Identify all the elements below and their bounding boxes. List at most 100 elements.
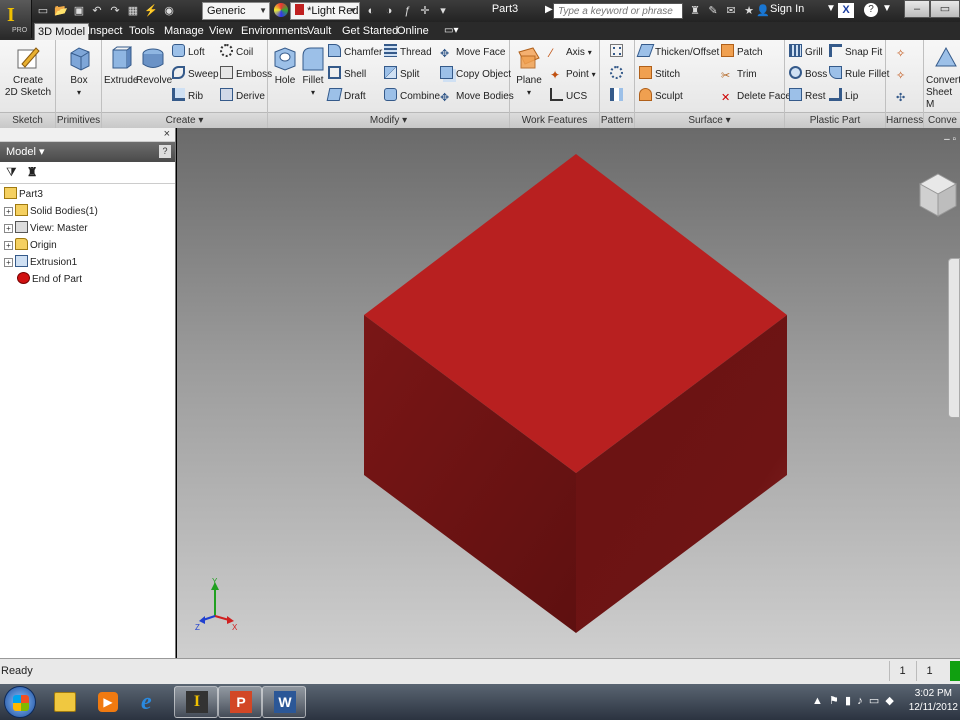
sculpt-button[interactable]: Sculpt	[639, 88, 683, 106]
select-icon[interactable]: ▦	[126, 4, 140, 18]
taskbar-explorer[interactable]	[42, 686, 86, 718]
point-button[interactable]: ✦ Point ▾	[550, 66, 596, 84]
ucs-button[interactable]: UCS	[550, 88, 587, 106]
graphics-viewport[interactable]: – ▫ Y X Z	[177, 128, 960, 658]
patch-button[interactable]: Patch	[721, 44, 763, 62]
material-icon[interactable]: ◉	[162, 4, 176, 18]
combine-button[interactable]: Combine	[384, 88, 440, 106]
volume-icon[interactable]: ♪	[857, 695, 863, 707]
sign-in-link[interactable]: Sign In	[770, 3, 804, 15]
mirror-button[interactable]	[610, 88, 626, 106]
action-center-flag-icon[interactable]: ⚑	[829, 695, 839, 707]
find-icon[interactable]: ♜	[27, 165, 38, 179]
sign-in-dropdown-icon[interactable]: ▼	[826, 3, 836, 14]
system-clock[interactable]: 3:02 PM 12/11/2012	[909, 687, 958, 715]
filter-icon[interactable]: ⧩	[6, 165, 17, 179]
power-icon[interactable]: ▭	[869, 695, 879, 707]
tree-node-end-of-part[interactable]: End of Part	[4, 271, 171, 288]
boss-button[interactable]: Boss	[789, 66, 827, 84]
tab-vault[interactable]: Vault	[304, 23, 334, 40]
application-menu-button[interactable]: I PRO	[0, 0, 32, 38]
split-button[interactable]: Split	[384, 66, 419, 84]
chamfer-button[interactable]: Chamfer	[328, 44, 382, 62]
measure-icon[interactable]: ✛	[418, 4, 432, 18]
redo-icon[interactable]: ↷	[108, 4, 122, 18]
expand-toggle[interactable]: +	[4, 258, 13, 267]
shell-button[interactable]: Shell	[328, 66, 366, 84]
harness-tool-3-button[interactable]: ✣	[896, 88, 912, 106]
tab-inspect[interactable]: Inspect	[84, 23, 125, 40]
convert-sheet-metal-button[interactable]: Convert Sheet M	[926, 44, 960, 111]
navigation-bar[interactable]	[948, 258, 960, 418]
binoculars-icon[interactable]: ♜	[688, 4, 702, 18]
rectangular-pattern-button[interactable]	[610, 44, 626, 62]
tools-icon[interactable]: ✎	[706, 4, 720, 18]
move-bodies-button[interactable]: ✥ Move Bodies	[440, 88, 514, 106]
plane-button[interactable]: Plane ▾	[514, 44, 544, 99]
tab-get-started[interactable]: Get Started	[339, 23, 401, 40]
search-arrow-icon[interactable]: ▶	[545, 4, 553, 15]
appearance-dropdown[interactable]: *Light Red ▼	[290, 2, 360, 20]
hole-button[interactable]: Hole	[270, 44, 300, 87]
sweep-button[interactable]: Sweep	[172, 66, 219, 84]
move-face-button[interactable]: ✥ Move Face	[440, 44, 505, 62]
communication-icon[interactable]: ✉	[724, 4, 738, 18]
emboss-button[interactable]: Emboss	[220, 66, 272, 84]
tab-3d-model[interactable]: 3D Model	[34, 23, 90, 40]
thread-button[interactable]: Thread	[384, 44, 432, 62]
expand-toggle[interactable]: +	[4, 241, 13, 250]
copy-object-button[interactable]: Copy Object	[440, 66, 511, 84]
tab-tools[interactable]: Tools	[126, 23, 158, 40]
tab-extra-icon[interactable]: ▭▾	[444, 25, 458, 36]
rule-fillet-button[interactable]: Rule Fillet	[829, 66, 889, 84]
material-dropdown[interactable]: Generic ▼	[202, 2, 270, 20]
revolve-button[interactable]: Revolve	[136, 44, 172, 87]
draft-button[interactable]: Draft	[326, 88, 366, 106]
exchange-apps-icon[interactable]: X	[838, 3, 854, 18]
stitch-button[interactable]: Stitch	[639, 66, 680, 84]
create-panel-label[interactable]: Create ▾	[102, 112, 267, 128]
viewcube[interactable]	[916, 168, 960, 228]
tab-manage[interactable]: Manage	[161, 23, 207, 40]
tab-view[interactable]: View	[206, 23, 236, 40]
derive-button[interactable]: Derive	[220, 88, 265, 106]
search-input[interactable]: Type a keyword or phrase	[553, 3, 683, 19]
tab-environments[interactable]: Environments	[238, 23, 311, 40]
grill-button[interactable]: Grill	[789, 44, 823, 62]
delete-face-button[interactable]: ✕ Delete Face	[721, 88, 791, 106]
network-signal-icon[interactable]: ▮	[845, 695, 851, 707]
trim-button[interactable]: ✂ Trim	[721, 66, 757, 84]
taskbar-media-player[interactable]: ▶	[86, 686, 130, 718]
surface-panel-label[interactable]: Surface ▾	[635, 112, 784, 128]
extrude-button[interactable]: Extrude	[104, 44, 138, 87]
start-button[interactable]	[4, 686, 36, 718]
tab-online[interactable]: Online	[394, 23, 432, 40]
save-icon[interactable]: ▣	[72, 4, 86, 18]
modify-panel-label[interactable]: Modify ▾	[268, 112, 509, 128]
favorites-icon[interactable]: ★	[742, 4, 756, 18]
expand-toggle[interactable]: +	[4, 224, 13, 233]
taskbar-internet-explorer[interactable]: e	[130, 686, 174, 718]
new-icon[interactable]: ▭	[36, 4, 50, 18]
loft-button[interactable]: Loft	[172, 44, 205, 62]
tree-node-extrusion[interactable]: + Extrusion1	[4, 254, 171, 271]
update-icon[interactable]: ⚡	[144, 4, 158, 18]
sketch-panel-label[interactable]: Sketch	[0, 112, 55, 128]
box-button[interactable]: Box ▾	[60, 44, 98, 99]
model-browser-header[interactable]: Model ▾ ?	[0, 142, 175, 162]
coil-button[interactable]: Coil	[220, 44, 253, 62]
circular-pattern-button[interactable]	[610, 66, 626, 84]
show-hidden-icons[interactable]: ▲	[812, 695, 823, 707]
tree-node-origin[interactable]: + Origin	[4, 237, 171, 254]
qat-dropdown-icon[interactable]: ▾	[436, 4, 450, 18]
minimize-button[interactable]: –	[904, 0, 930, 18]
rib-button[interactable]: Rib	[172, 88, 203, 106]
tree-node-part[interactable]: Part3	[4, 186, 171, 203]
harness-tool-1-button[interactable]: ✧	[896, 44, 912, 62]
rest-button[interactable]: Rest	[789, 88, 826, 106]
parameters-icon[interactable]: ƒ	[400, 4, 414, 18]
lip-button[interactable]: Lip	[829, 88, 858, 106]
adjust-icon[interactable]: ◐	[364, 4, 378, 18]
part-model[interactable]	[177, 128, 960, 658]
help-dropdown-icon[interactable]: ▼	[882, 3, 892, 14]
